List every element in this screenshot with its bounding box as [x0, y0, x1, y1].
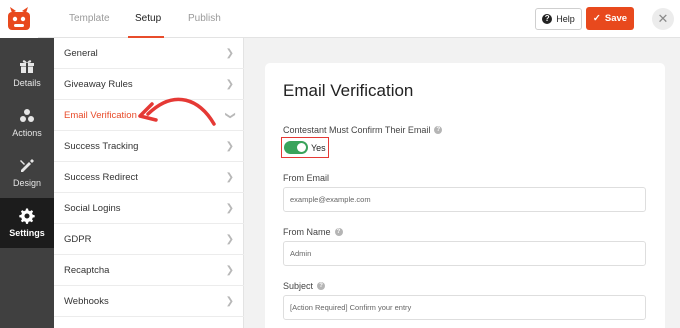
- sidebar-item-design[interactable]: Design: [0, 148, 54, 198]
- save-button[interactable]: ✓ Save: [586, 7, 634, 30]
- settings-item-gdpr[interactable]: GDPR ❯: [54, 224, 244, 255]
- save-label: Save: [604, 13, 628, 24]
- sidebar-item-settings[interactable]: Settings: [0, 198, 54, 248]
- field-label-text: Contestant Must Confirm Their Email: [283, 125, 431, 135]
- settings-item-recaptcha[interactable]: Recaptcha ❯: [54, 255, 244, 286]
- field-label-text: Subject: [283, 281, 314, 291]
- settings-item-label: Recaptcha: [64, 265, 110, 276]
- tab-setup[interactable]: Setup: [135, 0, 161, 38]
- from-email-label: From Email: [283, 173, 329, 183]
- gear-icon: [19, 208, 35, 224]
- confirm-email-label: Contestant Must Confirm Their Email ?: [283, 125, 443, 135]
- chevron-right-icon: ❯: [225, 79, 234, 90]
- from-email-field[interactable]: example@example.com: [283, 187, 646, 212]
- toggle-knob: [297, 143, 306, 152]
- actions-icon: [20, 109, 34, 122]
- chevron-right-icon: ❯: [225, 172, 234, 183]
- help-tooltip-icon[interactable]: ?: [334, 228, 343, 236]
- help-tooltip-icon[interactable]: ?: [434, 126, 443, 134]
- chevron-right-icon: ❯: [225, 141, 234, 152]
- confirm-email-toggle-highlight: Yes: [281, 137, 329, 158]
- field-label-text: From Email: [283, 173, 330, 183]
- settings-item-label: Email Verification: [64, 110, 137, 121]
- settings-item-email-verification[interactable]: Email Verification ❯: [54, 100, 244, 131]
- logo[interactable]: [0, 0, 38, 38]
- settings-item-label: Webhooks: [64, 296, 109, 307]
- chevron-right-icon: ❯: [225, 48, 234, 59]
- field-label-text: From Name: [283, 227, 331, 237]
- chevron-right-icon: ❯: [225, 234, 234, 245]
- close-icon[interactable]: ✕: [652, 8, 674, 30]
- chevron-right-icon: ❯: [225, 265, 234, 276]
- toggle-value: Yes: [311, 142, 326, 153]
- settings-item-label: GDPR: [64, 234, 92, 245]
- settings-menu: General ❯ Giveaway Rules ❯ Email Verific…: [54, 38, 244, 328]
- sidebar-item-label: Design: [12, 178, 41, 188]
- confirm-email-toggle[interactable]: [284, 141, 308, 154]
- settings-item-label: Social Logins: [64, 203, 121, 214]
- settings-item-label: Success Redirect: [64, 172, 138, 183]
- sidebar-item-label: Actions: [12, 128, 42, 138]
- sidebar-item-label: Settings: [9, 228, 45, 238]
- sidebar-item-details[interactable]: Details: [0, 48, 54, 98]
- help-tooltip-icon[interactable]: ?: [317, 282, 326, 290]
- top-bar: Template Setup Publish ? Help ✓ Save ✕: [0, 0, 680, 38]
- settings-item-success-tracking[interactable]: Success Tracking ❯: [54, 131, 244, 162]
- design-icon: [20, 159, 34, 172]
- chevron-right-icon: ❯: [225, 203, 234, 214]
- help-label: Help: [556, 14, 575, 24]
- help-button[interactable]: ? Help: [535, 8, 582, 30]
- page-title: Email Verification: [283, 81, 414, 100]
- chevron-right-icon: ❯: [225, 296, 234, 307]
- icon-sidebar: Details Actions Design Settings: [0, 38, 54, 328]
- settings-item-label: General: [64, 48, 98, 59]
- subject-field[interactable]: [Action Required] Confirm your entry: [283, 295, 646, 320]
- tab-template[interactable]: Template: [69, 0, 110, 38]
- settings-item-label: Success Tracking: [64, 141, 139, 152]
- sidebar-item-actions[interactable]: Actions: [0, 98, 54, 148]
- settings-item-general[interactable]: General ❯: [54, 38, 244, 69]
- from-name-field[interactable]: Admin: [283, 241, 646, 266]
- settings-item-label: Giveaway Rules: [64, 79, 133, 90]
- rafflepress-logo-icon: [8, 7, 30, 30]
- gift-icon: [20, 60, 34, 73]
- subject-label: Subject ?: [283, 281, 326, 291]
- settings-item-social-logins[interactable]: Social Logins ❯: [54, 193, 244, 224]
- settings-item-success-redirect[interactable]: Success Redirect ❯: [54, 162, 244, 193]
- chevron-down-icon: ❯: [224, 111, 236, 120]
- from-name-label: From Name ?: [283, 227, 343, 237]
- question-icon: ?: [542, 14, 553, 24]
- email-verification-card: Email Verification Contestant Must Confi…: [265, 63, 665, 328]
- tab-publish[interactable]: Publish: [188, 0, 221, 38]
- settings-item-giveaway-rules[interactable]: Giveaway Rules ❯: [54, 69, 244, 100]
- settings-item-webhooks[interactable]: Webhooks ❯: [54, 286, 244, 317]
- checkmark-icon: ✓: [592, 13, 601, 24]
- sidebar-item-label: Details: [13, 78, 41, 88]
